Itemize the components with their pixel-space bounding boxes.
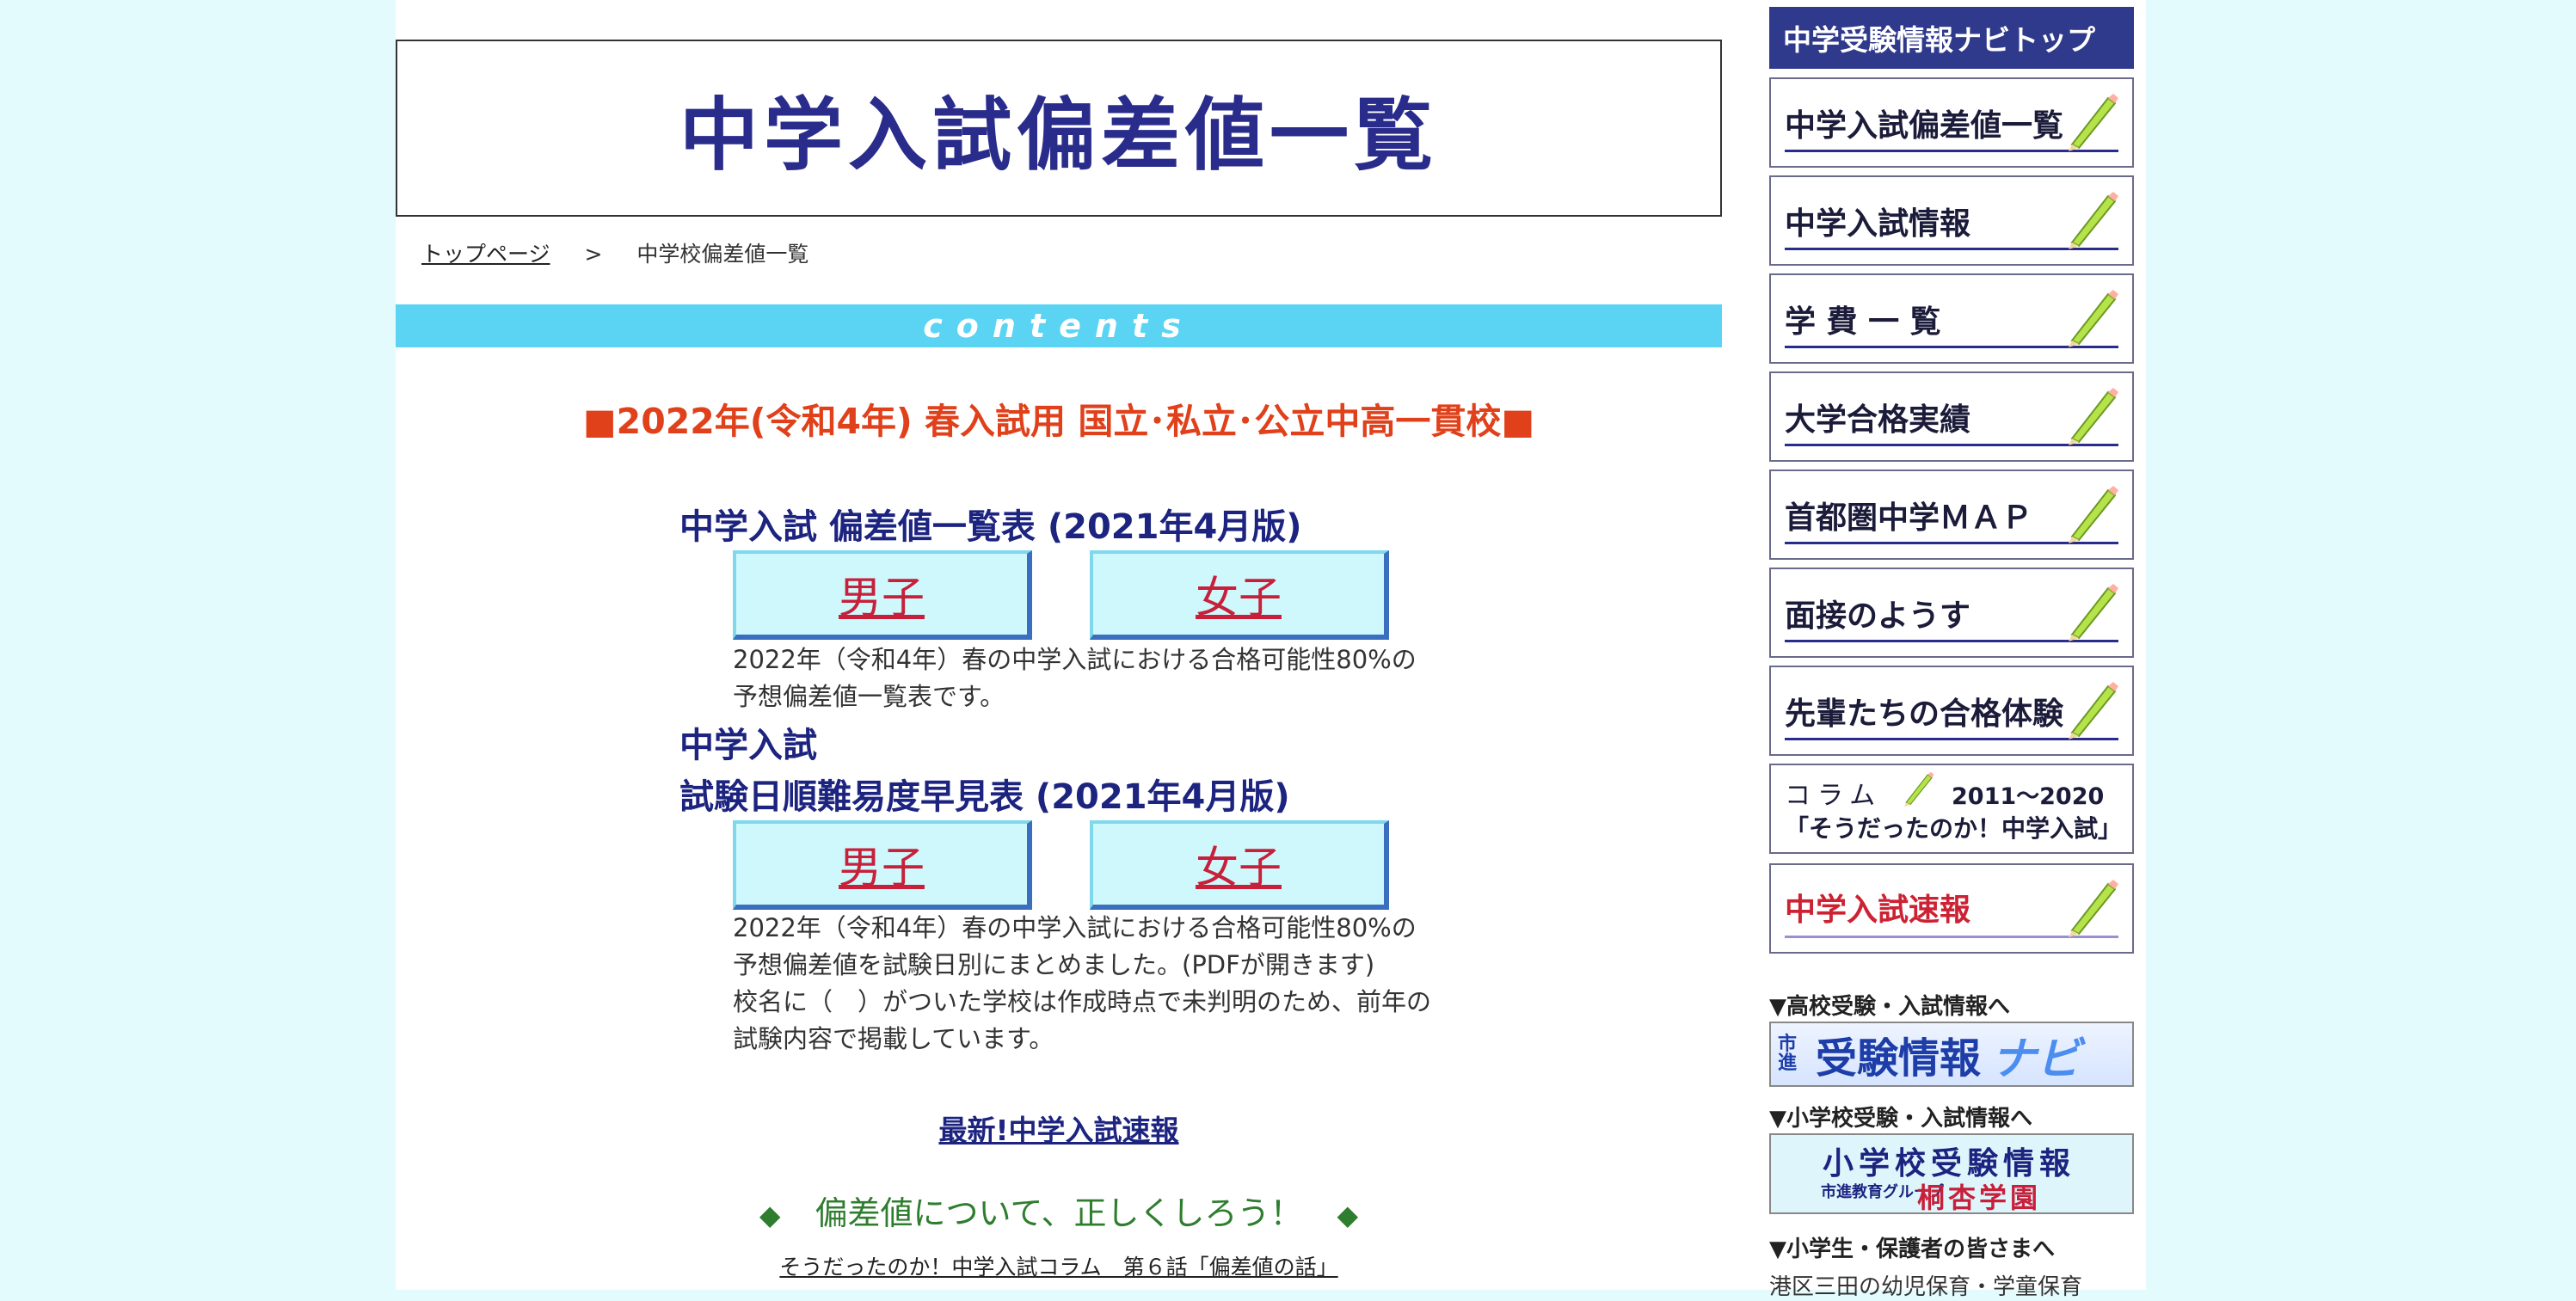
difficulty-table-title-line2: 試験日順難易度早見表 (2021年4月版)	[679, 777, 1290, 817]
breadcrumb-current: 中学校偏差値一覧	[636, 242, 809, 267]
sho-caption: ▼小学校受験・入試情報へ	[1769, 1106, 2032, 1132]
pencil-icon	[2069, 388, 2118, 445]
contents-label: contents	[923, 307, 1195, 345]
pencil-icon	[2069, 192, 2118, 249]
breadcrumb: トップページ > 中学校偏差値一覧	[421, 237, 808, 268]
koko-juken-navi-banner[interactable]: 市進 受験情報 ナビ	[1769, 1022, 2134, 1087]
column-years: 2011〜2020	[1952, 783, 2105, 810]
parent-service-link[interactable]: 港区三田の幼児保育・学童保育	[1769, 1269, 2082, 1301]
hensachi-about-heading: ◆ 偏差値について、正しくしろう！ ◆	[396, 1187, 1722, 1234]
sidebar-item-map[interactable]: 首都圏中学ＭＡＰ	[1769, 469, 2134, 560]
banner-school: 桐杏学園	[1917, 1181, 2042, 1214]
sidebar-item-label: 中学入試偏差値一覧	[1785, 108, 2064, 144]
note-line: 試験内容で掲載しています。	[733, 1024, 1054, 1053]
latest-news-link[interactable]: 最新!中学入試速報	[396, 1108, 1722, 1149]
sidebar-item-label: 先輩たちの合格体験	[1785, 697, 2064, 732]
koko-caption: ▼高校受験・入試情報へ	[1769, 994, 2010, 1020]
sidebar-item-label: 面接のようす	[1785, 598, 1971, 634]
note-line: 2022年（令和4年）春の中学入試における合格可能性80%の	[733, 645, 1417, 674]
breadcrumb-separator: >	[584, 242, 603, 267]
banner-navi: ナビ	[1991, 1033, 2081, 1085]
note-line: 2022年（令和4年）春の中学入試における合格可能性80%の	[733, 913, 1417, 942]
breadcrumb-home-link[interactable]: トップページ	[421, 242, 550, 267]
banner-brand: 市進	[1778, 1034, 1798, 1074]
note-line: 校名に（ ）がついた学校は作成時点で未判明のため、前年の	[733, 987, 1432, 1016]
sidebar-top-link[interactable]: 中学受験情報ナビトップ	[1769, 7, 2134, 69]
note-line: 予想偏差値を試験日別にまとめました。(PDFが開きます)	[733, 950, 1375, 979]
parent-caption: ▼小学生・保護者の皆さまへ	[1769, 1237, 2055, 1262]
sidebar-item-label: 学 費 一 覧	[1785, 304, 1941, 340]
sidebar-item-hensachi[interactable]: 中学入試偏差値一覧	[1769, 77, 2134, 168]
column-label: コラム	[1785, 781, 1883, 811]
shogakko-juken-banner[interactable]: 小学校受験情報 市進教育グループ 桐杏学園	[1769, 1133, 2134, 1214]
hensachi-boys-button[interactable]: 男子	[733, 550, 1032, 640]
sidebar-item-label: 大学合格実績	[1785, 402, 1971, 438]
sidebar-item-label: 首都圏中学ＭＡＰ	[1785, 500, 2033, 536]
pencil-icon	[2069, 486, 2118, 543]
sidebar-item-interview[interactable]: 面接のようす	[1769, 568, 2134, 658]
hensachi-note: 2022年（令和4年）春の中学入試における合格可能性80%の 予想偏差値一覧表で…	[733, 641, 1507, 715]
banner-main: 受験情報	[1816, 1034, 1982, 1083]
page: 中学入試偏差値一覧 トップページ > 中学校偏差値一覧 contents ■20…	[396, 0, 2146, 1300]
page-title: 中学入試偏差値一覧	[679, 89, 1438, 181]
sidebar-item-university-results[interactable]: 大学合格実績	[1769, 371, 2134, 462]
column-episode-link[interactable]: そうだったのか！中学入試コラム 第６話「偏差値の話」	[396, 1250, 1722, 1281]
hensachi-girls-button[interactable]: 女子	[1090, 550, 1389, 640]
contents-bar: contents	[396, 304, 1722, 347]
diamond-icon: ◆	[759, 1199, 781, 1231]
pencil-icon	[1903, 771, 1934, 807]
sidebar-item-label: 中学入試速報	[1785, 893, 1971, 928]
page-header: 中学入試偏差値一覧	[396, 40, 1722, 217]
column-subtitle: 「そうだったのか！中学入試」	[1785, 814, 2123, 843]
exam-year-title: ■2022年(令和4年) 春入試用 国立･私立･公立中高一貫校■	[582, 401, 1535, 442]
sidebar-item-success-stories[interactable]: 先輩たちの合格体験	[1769, 666, 2134, 756]
difficulty-note: 2022年（令和4年）春の中学入試における合格可能性80%の 予想偏差値を試験日…	[733, 910, 1507, 1058]
sidebar-item-tuition[interactable]: 学 費 一 覧	[1769, 273, 2134, 364]
sidebar-item-column[interactable]: コラム 2011〜2020 「そうだったのか！中学入試」	[1769, 764, 2134, 854]
pencil-icon	[2069, 682, 2118, 739]
pencil-icon	[2069, 880, 2118, 937]
difficulty-table-title-line1: 中学入試	[679, 726, 817, 765]
sidebar-item-nyushi-info[interactable]: 中学入試情報	[1769, 175, 2134, 266]
hensachi-table-title: 中学入試 偏差値一覧表 (2021年4月版)	[679, 507, 1302, 547]
sidebar-item-label: 中学入試情報	[1785, 206, 1971, 242]
sidebar-item-sokuho[interactable]: 中学入試速報	[1769, 863, 2134, 954]
pencil-icon	[2069, 584, 2118, 641]
note-line: 予想偏差値一覧表です。	[733, 682, 1005, 711]
pencil-icon	[2069, 94, 2118, 151]
pencil-icon	[2069, 290, 2118, 347]
difficulty-girls-button[interactable]: 女子	[1090, 820, 1389, 910]
diamond-icon: ◆	[1337, 1199, 1359, 1231]
difficulty-boys-button[interactable]: 男子	[733, 820, 1032, 910]
hensachi-about-text: 偏差値について、正しくしろう！	[815, 1194, 1303, 1232]
